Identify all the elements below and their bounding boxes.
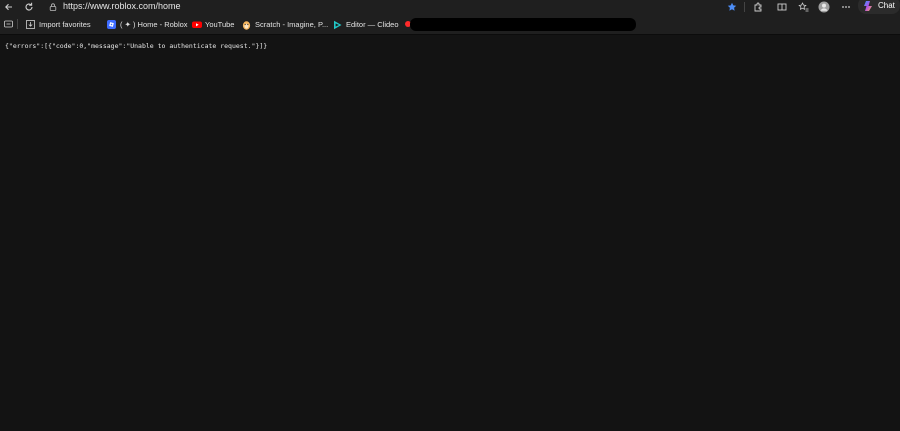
profile-avatar[interactable]: [817, 0, 831, 14]
favorite-star-icon[interactable]: [726, 0, 738, 14]
bookmark-scratch[interactable]: Scratch - Imagine, P...: [242, 14, 328, 34]
favorites-icon[interactable]: [797, 0, 809, 14]
extensions-icon[interactable]: [752, 0, 764, 14]
tab-actions-icon[interactable]: [3, 17, 13, 31]
scratch-icon: [242, 20, 251, 30]
youtube-icon: [192, 20, 202, 29]
bookmark-label: Scratch - Imagine, P...: [255, 19, 329, 29]
refresh-icon[interactable]: [23, 0, 35, 14]
bookmark-import-favorites[interactable]: Import favorites: [26, 14, 91, 34]
back-icon[interactable]: [3, 0, 15, 14]
toolbar-divider: [744, 2, 745, 12]
bookmark-roblox-home[interactable]: ( ✦ ) Home - Roblox: [107, 14, 188, 34]
bookmark-label: YouTube: [205, 19, 235, 29]
page-content: {"errors":[{"code":0,"message":"Unable t…: [0, 35, 900, 431]
copilot-icon: [863, 0, 875, 12]
split-screen-icon[interactable]: [776, 0, 788, 14]
address-bar[interactable]: https://www.roblox.com/home: [63, 0, 181, 13]
more-options-icon[interactable]: [840, 0, 852, 14]
folder-import-icon: [26, 19, 35, 29]
bookmark-label: Editor — Clideo: [346, 19, 399, 29]
copilot-chat-button[interactable]: Chat: [858, 0, 900, 14]
roblox-icon: [107, 19, 116, 29]
lock-icon[interactable]: [48, 0, 58, 14]
browser-toolbar: https://www.roblox.com/home Chat: [0, 0, 900, 14]
json-response-text: {"errors":[{"code":0,"message":"Unable t…: [5, 42, 268, 50]
clideo-icon: [333, 20, 342, 29]
bookmark-label: ( ✦ ) Home - Roblox: [120, 19, 188, 29]
bookmarks-divider: [17, 19, 18, 29]
bookmark-clideo[interactable]: Editor — Clideo: [333, 14, 399, 34]
bookmark-youtube[interactable]: YouTube: [192, 14, 234, 34]
bookmark-label: Import favorites: [39, 19, 91, 29]
redacted-bookmark-overlay: [410, 18, 636, 31]
chat-label: Chat: [878, 1, 895, 10]
